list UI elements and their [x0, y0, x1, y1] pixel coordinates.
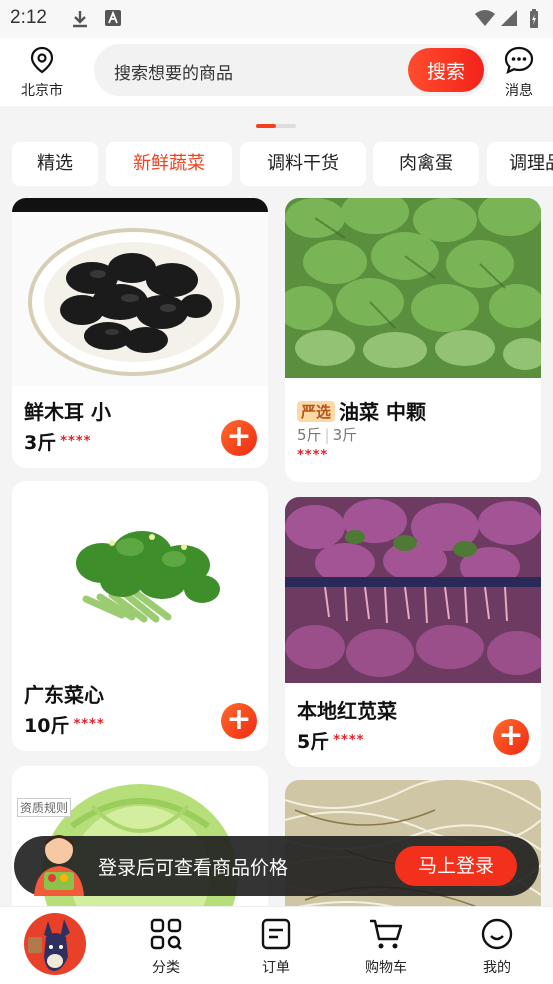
- message-icon: [504, 46, 534, 74]
- category-grid-icon: [150, 918, 182, 950]
- product-image-choy-sum: [12, 481, 268, 667]
- location-pin-icon: [30, 46, 54, 74]
- product-price: 5斤 ****: [297, 727, 364, 754]
- status-time: 2:12: [10, 7, 47, 28]
- orders-icon: [261, 918, 291, 950]
- tab-jingxuan[interactable]: 精选: [12, 142, 98, 186]
- login-now-button[interactable]: 马上登录: [395, 846, 517, 886]
- location-label: 北京市: [21, 83, 63, 99]
- nav-orders-label: 订单: [262, 960, 290, 976]
- qualification-rules-tag[interactable]: 资质规则: [17, 798, 72, 817]
- nav-category-label: 分类: [152, 960, 180, 976]
- product-name: 鲜木耳 小: [24, 400, 111, 424]
- add-to-cart-button[interactable]: +: [221, 420, 257, 456]
- nav-orders[interactable]: 订单: [241, 917, 311, 977]
- home-logo-button[interactable]: [24, 913, 86, 975]
- download-icon: [73, 11, 87, 28]
- price-stars: ****: [333, 733, 365, 748]
- price-stars: ****: [60, 434, 92, 449]
- banner-pager: [256, 124, 296, 128]
- status-bar: 2:12: [0, 0, 553, 38]
- product-image-bok-choy: [285, 198, 541, 378]
- donkey-logo-icon: [28, 919, 70, 971]
- signal-icon: [501, 10, 517, 26]
- price-value: 10斤: [24, 715, 70, 737]
- tab-fresh-vegetables[interactable]: 新鲜蔬菜: [106, 142, 232, 186]
- product-image-wood-ear: [12, 198, 268, 386]
- strict-selection-badge: 严选: [297, 401, 336, 422]
- nav-cart-label: 购物车: [365, 960, 407, 976]
- mascot-illustration: [34, 835, 84, 896]
- price-stars: ****: [297, 448, 329, 463]
- product-card[interactable]: 鲜木耳 小 3斤 **** +: [12, 198, 268, 468]
- product-card[interactable]: 本地红苋菜 5斤 **** +: [285, 497, 541, 767]
- product-card[interactable]: 严选 油菜 中颗 5斤 | 3斤 ****: [285, 198, 541, 482]
- nav-cart[interactable]: 购物车: [351, 917, 421, 977]
- product-name: 本地红苋菜: [297, 699, 397, 723]
- add-to-cart-button[interactable]: +: [493, 719, 529, 755]
- category-tabs: 精选 新鲜蔬菜 调料干货 肉禽蛋 调理品: [0, 142, 553, 186]
- shopping-cart-icon: [370, 919, 403, 949]
- login-prompt-banner: 登录后可查看商品价格 马上登录: [14, 835, 539, 896]
- messages-button[interactable]: 消息: [498, 46, 540, 100]
- header: 北京市 搜索想要的商品 搜索 消息: [0, 38, 553, 106]
- product-card[interactable]: 广东菜心 10斤 **** +: [12, 481, 268, 751]
- spec-option: 3斤: [332, 426, 358, 444]
- pager-active-dot: [256, 124, 276, 128]
- wifi-icon: [475, 10, 495, 26]
- bottom-navigation: 分类 订单 购物车 我的: [0, 906, 553, 984]
- price-value: 3斤: [24, 432, 57, 454]
- product-name: 严选 油菜 中颗: [297, 396, 426, 425]
- messages-label: 消息: [505, 83, 533, 99]
- search-button[interactable]: 搜索: [408, 48, 484, 92]
- app-notification-icon: [105, 10, 121, 26]
- price-value: 5斤: [297, 731, 330, 753]
- battery-icon: [530, 9, 538, 28]
- nav-profile-label: 我的: [483, 960, 511, 976]
- tab-meat-eggs[interactable]: 肉禽蛋: [373, 142, 479, 186]
- product-name: 广东菜心: [24, 683, 104, 707]
- product-image-red-amaranth: [285, 497, 541, 683]
- product-spec: 5斤 | 3斤: [297, 426, 358, 444]
- tab-prepared[interactable]: 调理品: [487, 142, 553, 186]
- location-selector[interactable]: 北京市: [14, 46, 70, 100]
- search-bar[interactable]: 搜索想要的商品 搜索: [94, 44, 488, 96]
- price-stars: ****: [73, 717, 105, 732]
- nav-profile[interactable]: 我的: [462, 917, 532, 977]
- tab-seasonings[interactable]: 调料干货: [240, 142, 366, 186]
- product-price: 10斤 ****: [24, 711, 105, 738]
- search-input[interactable]: 搜索想要的商品: [114, 59, 233, 84]
- product-name-text: 油菜 中颗: [339, 400, 426, 424]
- nav-category[interactable]: 分类: [131, 917, 201, 977]
- product-price: 3斤 ****: [24, 428, 91, 455]
- spec-option: 5斤: [297, 426, 322, 444]
- login-prompt-text: 登录后可查看商品价格: [98, 857, 289, 879]
- smiley-profile-icon: [481, 918, 513, 950]
- add-to-cart-button[interactable]: +: [221, 703, 257, 739]
